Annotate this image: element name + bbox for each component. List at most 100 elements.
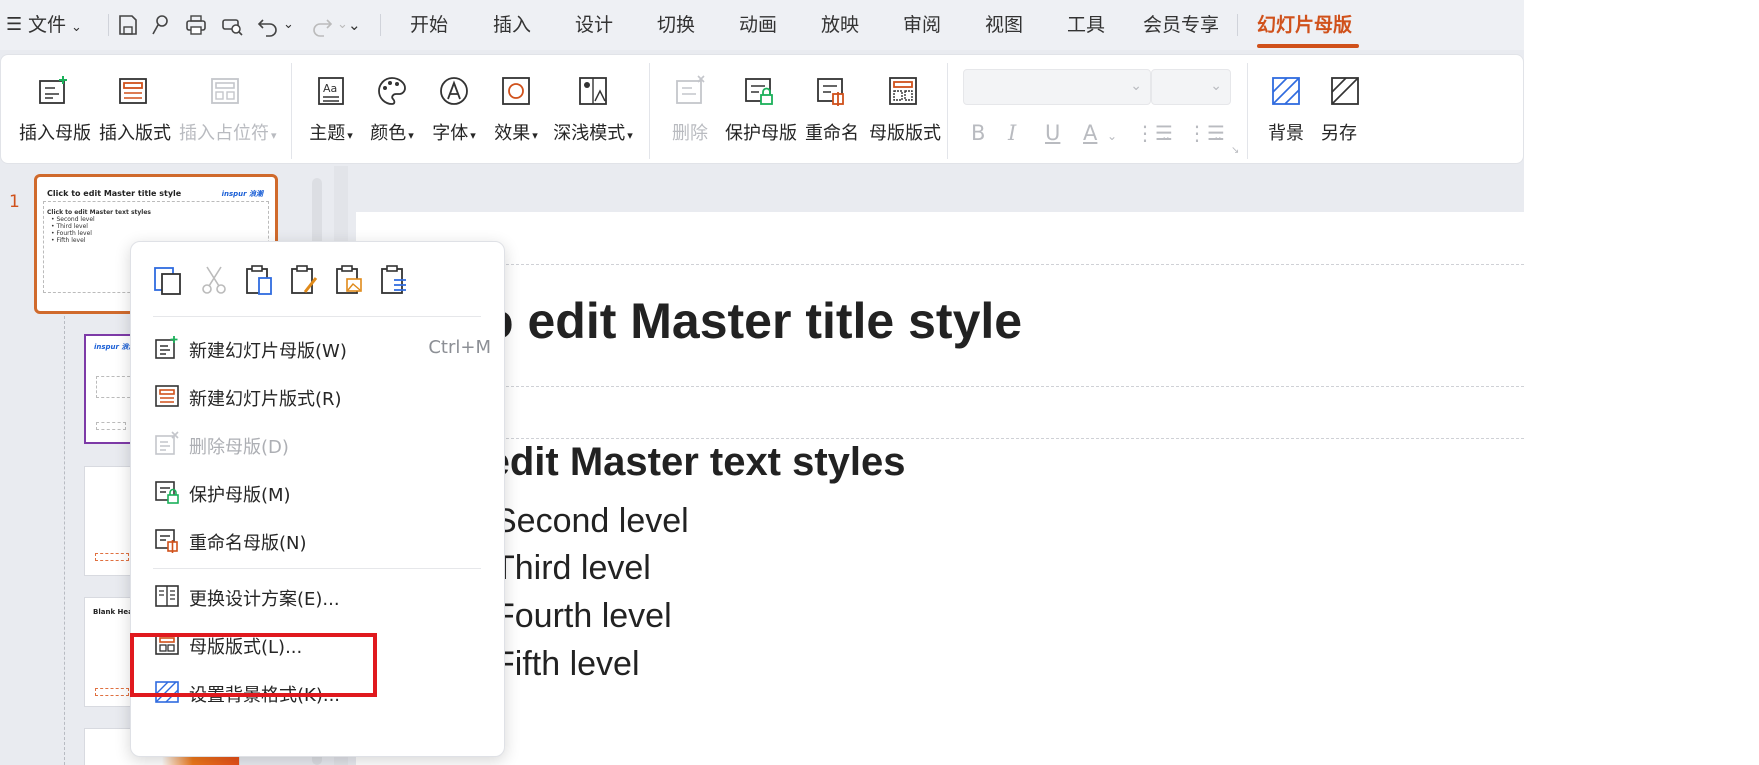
font-dialog-launcher-icon[interactable]: ↘ [1231,145,1239,156]
effects-text: 效果 [494,123,531,144]
redo-dropdown-chevron-icon[interactable]: ⌄ [337,0,348,50]
master-layout-button[interactable]: 母版版式 [869,73,941,163]
italic-button[interactable]: I [1008,121,1016,145]
tab-animations[interactable]: 动画 [739,0,777,50]
paste-keep-format-icon[interactable] [287,262,321,298]
font-color-button[interactable]: A [1083,121,1097,145]
delete-master-label: 删除母版(D) [189,437,289,458]
font-name-dropdown[interactable]: ⌄ [963,69,1151,105]
top-menu-bar: ☰ 文件 ⌄ ⌄ ⌄ ⌄ 开始 插入 设计 切换 动画 放映 审阅 视图 工具 会… [0,0,1524,50]
change-design-item[interactable]: 更换设计方案(E)... [153,576,491,616]
fonts-button[interactable]: 字体 ▾ [429,73,479,163]
theme-button[interactable]: Aa 主题 ▾ [307,73,355,163]
theme-text: 主题 [309,123,346,144]
slide-text-level-5[interactable]: Fifth level [494,645,640,684]
background-button[interactable]: 背景 [1263,73,1309,163]
divider [1237,14,1238,36]
insert-placeholder-button[interactable]: 插入占位符 ▾ [179,73,277,163]
insert-master-label: 插入母版 [19,123,91,144]
save-icon[interactable] [114,11,142,39]
active-tab-underline [1257,44,1359,48]
master-layout-icon [885,73,921,109]
new-master-icon [153,334,181,362]
chevron-down-icon: ⌄ [1210,78,1222,94]
new-slide-layout-item[interactable]: 新建幻灯片版式(R) [153,376,491,416]
paste-text-only-icon[interactable] [377,262,411,298]
copy-icon[interactable] [151,262,185,298]
chevron-down-icon: ▾ [627,129,633,142]
insert-layout-button[interactable]: 插入版式 [99,73,171,163]
thumb-text-line: Click to edit Master text styles [47,209,151,216]
master-layout-label: 母版版式 [869,123,941,144]
preserve-master-icon [741,73,777,109]
bold-button[interactable]: B [971,121,985,145]
preserve-master-icon [153,478,181,506]
underline-button[interactable]: U [1045,121,1060,145]
palette-icon [374,73,410,109]
thumbnail-tree-line [64,316,65,765]
tab-review[interactable]: 审阅 [903,0,941,50]
insert-layout-icon [115,73,151,109]
rename-button[interactable]: 重命名 [805,73,859,163]
paste-as-picture-icon[interactable] [332,262,366,298]
tab-home[interactable]: 开始 [410,0,448,50]
chevron-down-icon: ▾ [408,129,414,142]
delete-master-item[interactable]: 删除母版(D) [153,424,491,464]
tab-transitions[interactable]: 切换 [657,0,695,50]
tab-view[interactable]: 视图 [985,0,1023,50]
more-commands-chevron-icon[interactable]: ⌄ [348,0,361,50]
save-as-button[interactable]: 另存 [1321,73,1367,163]
ribbon-divider [1247,63,1248,159]
format-painter-icon[interactable] [146,11,174,39]
chevron-down-icon[interactable]: ⌄ [1107,129,1117,143]
dark-light-mode-label: 深浅模式 ▾ [553,119,633,145]
preserve-master-button[interactable]: 保护母版 [725,73,797,163]
change-design-icon [153,582,181,610]
chevron-down-icon: ⌄ [71,20,82,35]
tab-tools[interactable]: 工具 [1067,0,1105,50]
paste-icon[interactable] [242,262,276,298]
undo-dropdown-chevron-icon[interactable]: ⌄ [283,0,294,50]
hamburger-icon[interactable]: ☰ [6,0,22,50]
font-size-dropdown[interactable]: ⌄ [1151,69,1231,105]
file-menu[interactable]: 文件 ⌄ [28,0,82,50]
print-preview-icon[interactable] [218,11,246,39]
slide-text-level-4[interactable]: Fourth level [494,597,672,636]
insert-master-button[interactable]: 插入母版 [19,73,91,163]
ribbon-divider [291,63,292,159]
undo-icon[interactable] [254,11,282,39]
body-placeholder-border [356,438,1524,439]
chevron-down-icon: ⌄ [1130,78,1142,94]
change-design-label: 更换设计方案(E)... [189,589,340,610]
dark-light-mode-button[interactable]: 深浅模式 ▾ [553,73,633,163]
print-icon[interactable] [182,11,210,39]
thumb-text-line: • Fourth level [51,230,92,237]
divider [108,14,109,36]
master-slide-canvas[interactable]: Click to edit Master title style Click t… [332,212,1524,765]
colors-button[interactable]: 颜色 ▾ [367,73,417,163]
tab-slideshow[interactable]: 放映 [821,0,859,50]
thumb-placeholder [95,688,129,696]
slide-text-level-2[interactable]: Second level [494,502,689,541]
effects-button[interactable]: 效果 ▾ [491,73,541,163]
chevron-down-icon[interactable]: ⌄ [1161,129,1171,143]
effects-icon [498,73,534,109]
slide-master-title[interactable]: Click to edit Master title style [333,292,1524,350]
redo-icon[interactable] [308,11,336,39]
cut-icon[interactable] [197,262,231,298]
preserve-master-item[interactable]: 保护母版(M) [153,472,491,512]
chevron-down-icon[interactable]: ⌄ [1213,129,1223,143]
dark-light-mode-icon [575,73,611,109]
tab-design[interactable]: 设计 [575,0,613,50]
slide-text-level-3[interactable]: Third level [494,549,651,588]
new-slide-layout-label: 新建幻灯片版式(R) [189,389,342,410]
save-as-label: 另存 [1321,123,1357,144]
tab-insert[interactable]: 插入 [493,0,531,50]
thumb-master-title: Click to edit Master title style [47,189,182,198]
new-slide-master-item[interactable]: 新建幻灯片母版(W) Ctrl+M [153,328,491,368]
tab-member[interactable]: 会员专享 [1143,0,1219,50]
rename-master-item[interactable]: 重命名母版(N) [153,520,491,560]
rename-icon [813,73,849,109]
delete-button[interactable]: 删除 [667,73,713,163]
tab-slide-master[interactable]: 幻灯片母版 [1257,0,1352,50]
